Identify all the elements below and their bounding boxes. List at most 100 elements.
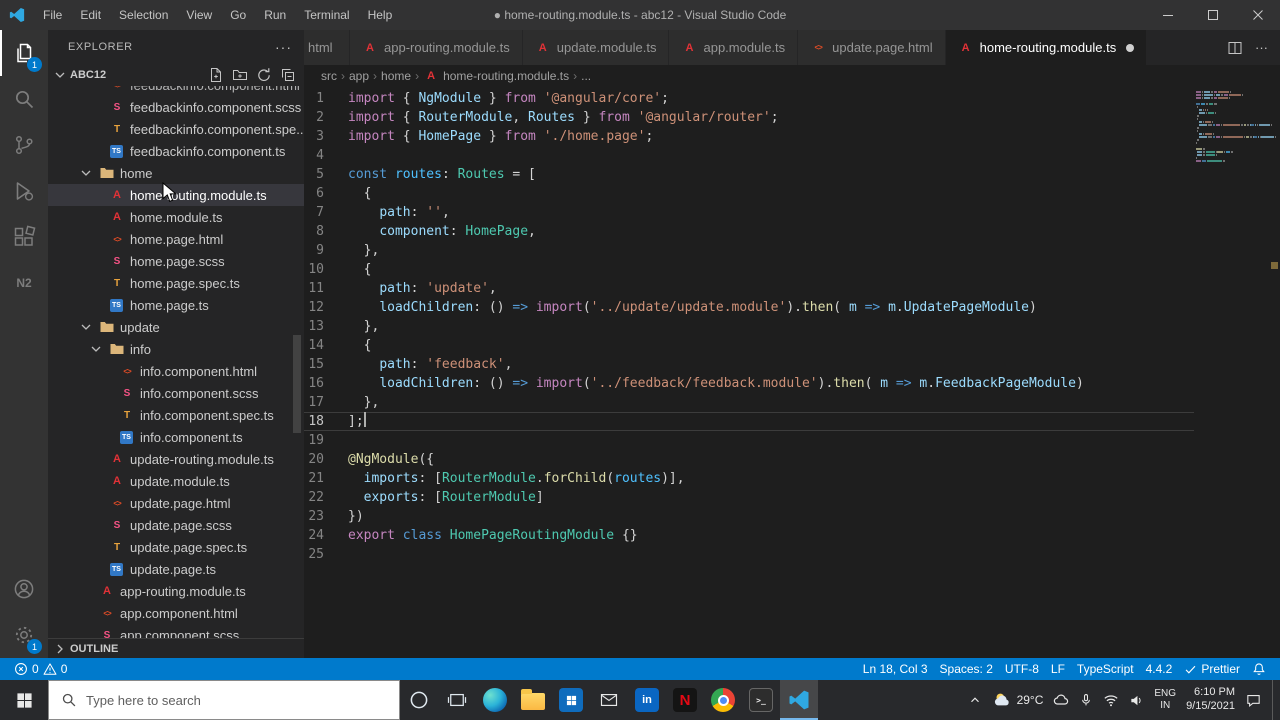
split-editor-icon[interactable] (1227, 40, 1243, 56)
tree-item-update-page-spec-ts[interactable]: Tupdate.page.spec.ts (48, 536, 304, 558)
activity-source-control[interactable] (0, 122, 48, 168)
editor-more-actions-icon[interactable]: ··· (1255, 40, 1268, 55)
code-line-3[interactable]: 3 import { HomePage } from './home.page'; (304, 127, 1194, 146)
explorer-more-actions-icon[interactable]: ··· (275, 39, 292, 55)
minimize-button[interactable] (1145, 0, 1190, 30)
status-4-4-2[interactable]: 4.4.2 (1140, 658, 1179, 680)
taskbar-store[interactable] (552, 680, 590, 720)
status-spaces-2[interactable]: Spaces: 2 (934, 658, 999, 680)
taskbar-terminal[interactable]: >_ (742, 680, 780, 720)
new-file-icon[interactable] (208, 67, 224, 83)
taskbar-taskview[interactable] (438, 680, 476, 720)
tree-item-home-routing-module-ts[interactable]: Ahome-routing.module.ts (48, 184, 304, 206)
collapse-folders-icon[interactable] (280, 67, 296, 83)
sidebar-scrollbar[interactable] (293, 335, 301, 433)
tree-item-feedbackinfo-component-spe[interactable]: Tfeedbackinfo.component.spe... (48, 118, 304, 140)
start-button[interactable] (0, 680, 48, 720)
menu-run[interactable]: Run (255, 0, 295, 30)
menu-help[interactable]: Help (359, 0, 402, 30)
taskbar-mail[interactable] (590, 680, 628, 720)
code-line-13[interactable]: 13 }, (304, 317, 1194, 336)
code-line-24[interactable]: 24 export class HomePageRoutingModule {} (304, 526, 1194, 545)
tree-item-info-component-spec-ts[interactable]: Tinfo.component.spec.ts (48, 404, 304, 426)
activity-settings[interactable]: 1 (0, 612, 48, 658)
action-center-icon[interactable] (1245, 692, 1262, 709)
taskbar-edge[interactable] (476, 680, 514, 720)
tree-item-home-page-scss[interactable]: Shome.page.scss (48, 250, 304, 272)
tree-item-feedbackinfo-component-ts[interactable]: TS feedbackinfo.component.ts (48, 140, 304, 162)
taskbar-vscode[interactable] (780, 680, 818, 720)
outline-section[interactable]: OUTLINE (48, 638, 304, 658)
show-desktop-button[interactable] (1272, 680, 1278, 720)
code-line-18[interactable]: 18]; (304, 412, 1194, 431)
tree-item-home-page-spec-ts[interactable]: Thome.page.spec.ts (48, 272, 304, 294)
notifications-bell[interactable] (1246, 658, 1272, 680)
tree-item-update[interactable]: update (48, 316, 304, 338)
activity-accounts[interactable] (0, 566, 48, 612)
project-section-header[interactable]: ABC12 (48, 64, 304, 86)
code-line-15[interactable]: 15 path: 'feedback', (304, 355, 1194, 374)
network-icon[interactable] (1103, 692, 1119, 708)
taskbar-chrome[interactable] (704, 680, 742, 720)
close-button[interactable] (1235, 0, 1280, 30)
breadcrumb-src[interactable]: src (320, 69, 338, 83)
tree-item-update-routing-module-ts[interactable]: Aupdate-routing.module.ts (48, 448, 304, 470)
status-prettier[interactable]: Prettier (1178, 658, 1246, 680)
code-line-9[interactable]: 9 }, (304, 241, 1194, 260)
status-typescript[interactable]: TypeScript (1071, 658, 1140, 680)
tree-item-update-page-scss[interactable]: Supdate.page.scss (48, 514, 304, 536)
status-ln-18-col-3[interactable]: Ln 18, Col 3 (857, 658, 934, 680)
menu-edit[interactable]: Edit (71, 0, 110, 30)
code-line-1[interactable]: 1 import { NgModule } from '@angular/core… (304, 89, 1194, 108)
tab-app-module-ts[interactable]: Aapp.module.ts (669, 30, 799, 65)
tree-item-home-page-html[interactable]: <> home.page.html (48, 228, 304, 250)
code-line-10[interactable]: 10 { (304, 260, 1194, 279)
taskbar-netflix[interactable]: N (666, 680, 704, 720)
tree-item-home-module-ts[interactable]: Ahome.module.ts (48, 206, 304, 228)
code-line-11[interactable]: 11 path: 'update', (304, 279, 1194, 298)
tab-home-routing-module-ts[interactable]: Ahome-routing.module.ts (945, 30, 1148, 65)
code-line-2[interactable]: 2 import { RouterModule, Routes } from '@… (304, 108, 1194, 127)
tree-item-home[interactable]: home (48, 162, 304, 184)
tab-update-page-html[interactable]: <> update.page.html (798, 30, 946, 65)
activity-n2[interactable]: N2 (0, 260, 48, 306)
tree-item-feedbackinfo-component-html[interactable]: <>feedbackinfo.component.html (48, 86, 304, 96)
breadcrumb-home[interactable]: home (380, 69, 412, 83)
code-line-23[interactable]: 23}) (304, 507, 1194, 526)
clock[interactable]: 6:10 PM 9/15/2021 (1186, 686, 1235, 714)
tree-item-info-component-ts[interactable]: TS info.component.ts (48, 426, 304, 448)
code-line-21[interactable]: 21 imports: [RouterModule.forChild(route… (304, 469, 1194, 488)
code-line-19[interactable]: 19 (304, 431, 1194, 450)
taskbar-search[interactable]: Type here to search (48, 680, 400, 720)
code-line-17[interactable]: 17 }, (304, 393, 1194, 412)
refresh-explorer-icon[interactable] (256, 67, 272, 83)
tab-update-module-ts[interactable]: Aupdate.module.ts (522, 30, 670, 65)
volume-icon[interactable] (1129, 693, 1144, 708)
activity-run-debug[interactable] (0, 168, 48, 214)
onedrive-icon[interactable] (1053, 692, 1069, 708)
tree-item-home-page-ts[interactable]: TS home.page.ts (48, 294, 304, 316)
tree-item-info-component-html[interactable]: <> info.component.html (48, 360, 304, 382)
taskbar-linkedin[interactable]: in (628, 680, 666, 720)
code-line-7[interactable]: 7 path: '', (304, 203, 1194, 222)
breadcrumb-app[interactable]: app (348, 69, 370, 83)
taskbar-explorer[interactable] (514, 680, 552, 720)
menu-go[interactable]: Go (221, 0, 255, 30)
tree-item-app-component-html[interactable]: <> app.component.html (48, 602, 304, 624)
problems-indicator[interactable]: 0 0 (8, 658, 73, 680)
breadcrumb-home-routing-module-ts[interactable]: Ahome-routing.module.ts (422, 68, 570, 84)
code-line-14[interactable]: 14 { (304, 336, 1194, 355)
code-line-5[interactable]: 5 const routes: Routes = [ (304, 165, 1194, 184)
menu-selection[interactable]: Selection (110, 0, 177, 30)
tree-item-info-component-scss[interactable]: Sinfo.component.scss (48, 382, 304, 404)
menu-view[interactable]: View (177, 0, 221, 30)
tab-html[interactable]: html (304, 30, 350, 65)
tree-item-feedbackinfo-component-scss[interactable]: Sfeedbackinfo.component.scss (48, 96, 304, 118)
tree-item-update-page-ts[interactable]: TS update.page.ts (48, 558, 304, 580)
breadcrumb-symbol-picker[interactable]: ... (580, 69, 592, 83)
menu-terminal[interactable]: Terminal (295, 0, 358, 30)
hidden-icons-icon[interactable] (968, 693, 982, 707)
activity-search[interactable] (0, 76, 48, 122)
code-line-16[interactable]: 16 loadChildren: () => import('../feedba… (304, 374, 1194, 393)
tree-item-app-component-scss[interactable]: Sapp.component.scss (48, 624, 304, 639)
